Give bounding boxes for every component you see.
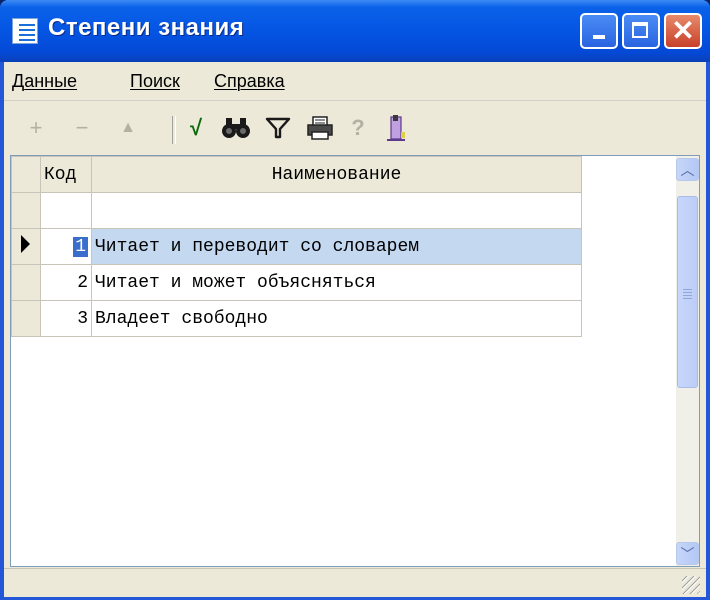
menu-help[interactable]: Справка <box>214 71 285 92</box>
vertical-scrollbar[interactable]: ︿ ﹀ <box>676 156 699 566</box>
row-indicator-current[interactable] <box>11 228 41 265</box>
cell-name[interactable]: Читает и может объясняться <box>91 264 582 301</box>
minimize-button[interactable] <box>580 13 618 49</box>
menu-label: анные <box>24 71 78 91</box>
indicator-header <box>11 156 41 193</box>
row-indicator[interactable] <box>11 264 41 301</box>
table-row[interactable]: 3 Владеет свободно <box>11 300 582 337</box>
toolbar-separator <box>172 116 176 144</box>
menu-hotkey: П <box>130 71 143 91</box>
title-bar[interactable]: Степени знания ✕ <box>0 0 710 62</box>
maximize-icon <box>632 22 648 38</box>
close-button[interactable]: ✕ <box>664 13 702 49</box>
data-grid[interactable]: Код Наименование 1 Читает и переводит со… <box>10 155 700 567</box>
status-bar <box>4 568 706 597</box>
menu-data[interactable]: Данные <box>12 71 77 92</box>
column-header-name[interactable]: Наименование <box>91 156 582 193</box>
cell-code-value: 1 <box>73 236 88 257</box>
chevron-up-icon: ︿ <box>680 162 695 178</box>
print-button[interactable] <box>304 112 336 144</box>
scroll-thumb[interactable] <box>677 196 698 388</box>
table-row-selected[interactable]: 1 Читает и переводит со словарем <box>11 228 582 265</box>
menu-bar: Данные Поиск Справка <box>4 62 706 101</box>
menu-hotkey: Д <box>12 71 25 91</box>
binoculars-icon <box>222 118 250 138</box>
current-row-arrow-icon <box>21 234 30 253</box>
help-button[interactable]: ? <box>342 112 374 144</box>
cell-name[interactable] <box>91 192 582 229</box>
resize-grip-icon[interactable] <box>682 576 700 594</box>
cell-name[interactable]: Владеет свободно <box>91 300 582 337</box>
exit-button[interactable] <box>380 112 412 144</box>
toolbar: + − ▲ √ ? <box>4 106 706 152</box>
exit-door-icon <box>387 115 405 141</box>
cell-name[interactable]: Читает и переводит со словарем <box>91 228 582 265</box>
add-record-button[interactable]: + <box>20 112 52 144</box>
cell-code-active[interactable]: 1 <box>40 228 92 265</box>
table-row[interactable]: 2 Читает и может объясняться <box>11 264 582 301</box>
delete-record-button[interactable]: − <box>66 112 98 144</box>
grid-header-row: Код Наименование <box>11 156 582 193</box>
grip-icon <box>683 289 692 301</box>
column-header-code[interactable]: Код <box>40 156 92 193</box>
find-button[interactable] <box>220 112 252 144</box>
cell-code[interactable]: 3 <box>40 300 92 337</box>
cell-code[interactable]: 2 <box>40 264 92 301</box>
maximize-button[interactable] <box>622 13 660 49</box>
row-indicator[interactable] <box>11 192 41 229</box>
scroll-up-button[interactable]: ︿ <box>676 158 699 181</box>
close-icon: ✕ <box>671 15 695 46</box>
table-row[interactable] <box>11 192 582 229</box>
row-indicator[interactable] <box>11 300 41 337</box>
main-window: Степени знания ✕ Данные Поиск Справка + … <box>0 0 710 600</box>
filter-icon <box>265 117 291 139</box>
printer-icon <box>307 116 333 140</box>
post-button[interactable]: √ <box>180 112 212 144</box>
edit-record-button[interactable]: ▲ <box>112 112 144 144</box>
filter-button[interactable] <box>262 112 294 144</box>
grid-table: Код Наименование 1 Читает и переводит со… <box>11 156 582 337</box>
menu-label: оиск <box>142 71 180 91</box>
menu-hotkey: С <box>214 71 227 91</box>
menu-search[interactable]: Поиск <box>130 71 180 92</box>
scroll-down-button[interactable]: ﹀ <box>676 542 699 565</box>
minimize-icon <box>593 35 605 39</box>
chevron-down-icon: ﹀ <box>680 546 695 562</box>
window-title: Степени знания <box>48 14 245 41</box>
cell-code[interactable] <box>40 192 92 229</box>
menu-label: правка <box>227 71 285 91</box>
app-icon[interactable] <box>12 18 38 44</box>
